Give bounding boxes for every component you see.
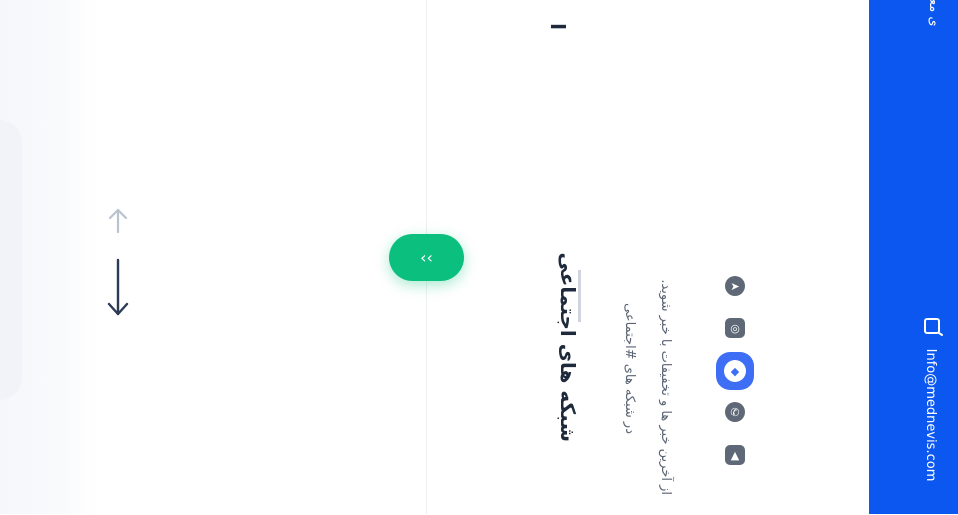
scroll-to-top-button[interactable]: ‹‹ — [389, 234, 464, 281]
arrow-down-icon[interactable] — [104, 256, 132, 320]
social-title: شبکه های اجتماعی — [556, 252, 580, 442]
telegram-icon[interactable]: ➤ — [720, 271, 750, 301]
footer-contact-strip — [869, 0, 958, 514]
social-description-line-2: از آخرین خبر ها و تخفیفات با خبر شوید. — [658, 279, 673, 495]
arrow-up-icon[interactable] — [104, 204, 132, 238]
section-heading-partial: ا — [546, 23, 570, 30]
aparat-icon[interactable]: ◆ — [716, 352, 754, 390]
instagram-icon[interactable]: ◎ — [720, 313, 750, 343]
social-icons: ➤ ◎ ◆ ✆ ▲ — [716, 268, 754, 474]
background-curve — [0, 120, 22, 400]
whatsapp-icon[interactable]: ✆ — [720, 397, 750, 427]
youtube-icon[interactable]: ▲ — [720, 440, 750, 470]
contact-email[interactable]: Info@mednevis.com — [920, 315, 940, 515]
footer-teacher-text: ی معلم — [926, 0, 941, 27]
social-description-line-1: در شبکه های #اجتماعی — [622, 303, 637, 434]
